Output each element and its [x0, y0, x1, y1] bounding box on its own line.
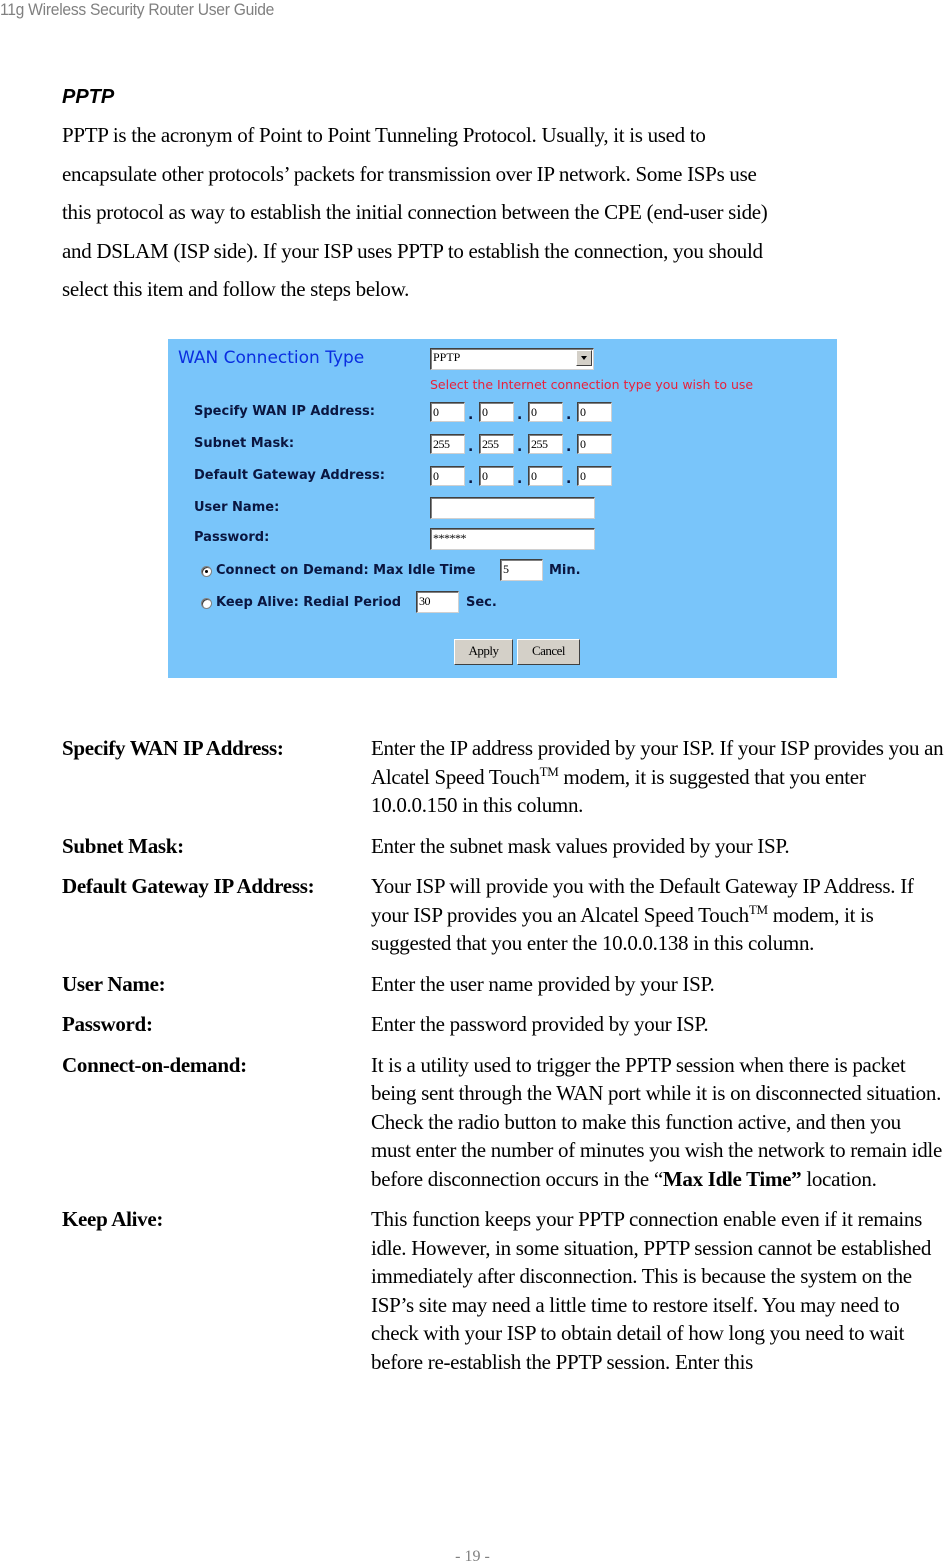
- definition-item: User Name: Enter the user name provided …: [62, 970, 945, 999]
- dot-separator: .: [517, 471, 523, 487]
- definition-term: Subnet Mask:: [62, 833, 184, 858]
- wan-ip-octet-3[interactable]: 0: [528, 402, 563, 422]
- wan-ip-octet-4[interactable]: 0: [577, 402, 612, 422]
- subnet-octet-3[interactable]: 255: [528, 434, 563, 454]
- cancel-button[interactable]: Cancel: [517, 639, 580, 665]
- definition-item: Specify WAN IP Address: Enter the IP add…: [62, 734, 945, 820]
- connect-on-demand-radio[interactable]: [201, 566, 212, 577]
- wan-ip-octet-2[interactable]: 0: [479, 402, 514, 422]
- definition-desc: It is a utility used to trigger the PPTP…: [371, 1051, 945, 1194]
- definition-desc: This function keeps your PPTP connection…: [371, 1207, 932, 1374]
- definition-term: Connect-on-demand:: [62, 1052, 247, 1077]
- subnet-mask-label: Subnet Mask:: [194, 436, 295, 451]
- dot-separator: .: [566, 471, 572, 487]
- gateway-octet-2[interactable]: 0: [479, 466, 514, 486]
- gateway-label: Default Gateway Address:: [194, 468, 385, 483]
- definition-term: Specify WAN IP Address:: [62, 736, 284, 760]
- definition-item: Default Gateway IP Address: Your ISP wil…: [62, 872, 945, 958]
- dot-separator: .: [468, 471, 474, 487]
- definition-desc: Your ISP will provide you with the Defau…: [371, 872, 945, 958]
- redial-period-input[interactable]: 30: [416, 591, 459, 613]
- username-input[interactable]: [430, 497, 595, 519]
- section-title: PPTP: [62, 86, 115, 108]
- keep-alive-label: Keep Alive: Redial Period: [216, 595, 402, 610]
- chevron-down-icon[interactable]: [576, 350, 592, 366]
- username-label: User Name:: [194, 500, 280, 515]
- connection-type-hint: Select the Internet connection type you …: [430, 377, 754, 392]
- gateway-octet-1[interactable]: 0: [430, 466, 465, 486]
- apply-button[interactable]: Apply: [454, 639, 513, 665]
- redial-period-unit: Sec.: [466, 595, 497, 610]
- desc-text: location.: [801, 1166, 877, 1191]
- subnet-octet-2[interactable]: 255: [479, 434, 514, 454]
- definition-desc: Enter the subnet mask values provided by…: [371, 833, 790, 858]
- max-idle-time-input[interactable]: 5: [500, 559, 543, 581]
- trademark-sup: TM: [748, 901, 768, 917]
- dot-separator: .: [566, 407, 572, 423]
- password-input[interactable]: ******: [430, 528, 595, 550]
- definition-desc: Enter the password provided by your ISP.: [371, 1012, 709, 1036]
- connection-type-value: PPTP: [433, 350, 461, 364]
- definition-item: Password: Enter the password provided by…: [62, 1010, 945, 1039]
- subnet-octet-4[interactable]: 0: [577, 434, 612, 454]
- intro-line: this protocol as way to establish the in…: [62, 200, 768, 224]
- definition-item: Connect-on-demand: It is a utility used …: [62, 1051, 945, 1194]
- document-header: 11g Wireless Security Router User Guide: [0, 0, 275, 19]
- wan-ip-label: Specify WAN IP Address:: [194, 404, 375, 419]
- page-number: - 19 -: [455, 1548, 490, 1565]
- connection-type-select[interactable]: PPTP: [430, 348, 594, 370]
- definition-term: Default Gateway IP Address:: [62, 874, 315, 898]
- definition-term: Password:: [62, 1012, 153, 1036]
- intro-line: select this item and follow the steps be…: [62, 277, 410, 301]
- keep-alive-radio[interactable]: [201, 598, 212, 609]
- intro-line: PPTP is the acronym of Point to Point Tu…: [62, 123, 706, 147]
- dot-separator: .: [468, 407, 474, 423]
- field-descriptions: Specify WAN IP Address: Enter the IP add…: [62, 734, 945, 1388]
- trademark-sup: TM: [539, 763, 559, 779]
- intro-line: and DSLAM (ISP side). If your ISP uses P…: [62, 238, 763, 263]
- wan-ip-octet-1[interactable]: 0: [430, 402, 465, 422]
- password-label: Password:: [194, 530, 270, 545]
- definition-item: Subnet Mask: Enter the subnet mask value…: [62, 832, 945, 861]
- definition-desc: Enter the IP address provided by your IS…: [371, 734, 945, 820]
- definition-term: User Name:: [62, 971, 166, 996]
- intro-line: encapsulate other protocols’ packets for…: [62, 161, 757, 186]
- max-idle-time-unit: Min.: [549, 563, 581, 578]
- dot-separator: .: [566, 439, 572, 455]
- intro-paragraph: PPTP is the acronym of Point to Point Tu…: [62, 116, 942, 309]
- wan-connection-type-title: WAN Connection Type: [178, 348, 365, 368]
- dot-separator: .: [517, 407, 523, 423]
- gateway-octet-4[interactable]: 0: [577, 466, 612, 486]
- dot-separator: .: [468, 439, 474, 455]
- definition-desc: Enter the user name provided by your ISP…: [371, 971, 715, 996]
- definition-item: Keep Alive: This function keeps your PPT…: [62, 1205, 945, 1376]
- desc-bold-text: Max Idle Time”: [662, 1166, 802, 1191]
- connect-on-demand-label: Connect on Demand: Max Idle Time: [216, 563, 476, 578]
- subnet-octet-1[interactable]: 255: [430, 434, 465, 454]
- wan-settings-screenshot: WAN Connection Type PPTP Select the Inte…: [168, 339, 837, 678]
- dot-separator: .: [517, 439, 523, 455]
- definition-term: Keep Alive:: [62, 1207, 164, 1231]
- gateway-octet-3[interactable]: 0: [528, 466, 563, 486]
